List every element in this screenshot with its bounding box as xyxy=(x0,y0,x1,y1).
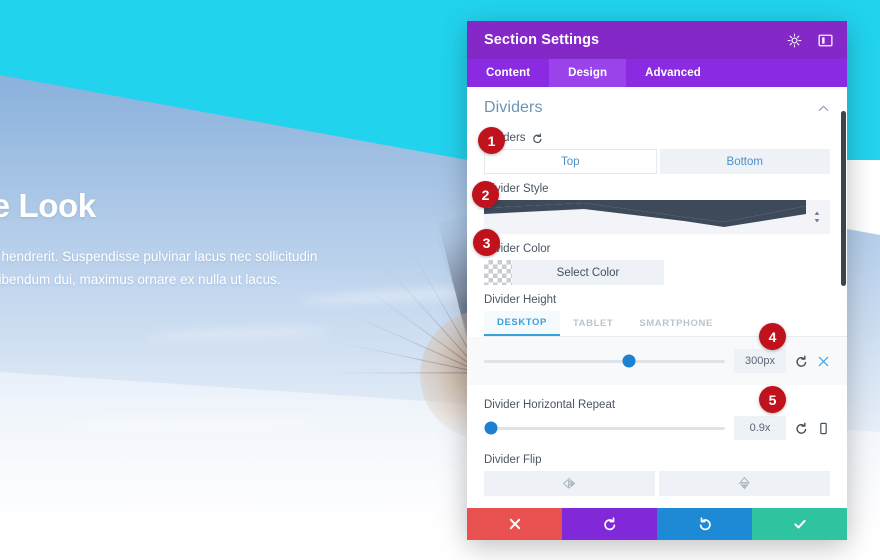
select-color-button[interactable]: Select Color xyxy=(512,260,664,285)
divider-height-slider-track[interactable] xyxy=(484,354,725,368)
divider-color-row: Select Color xyxy=(484,260,830,285)
mobile-device-icon[interactable] xyxy=(817,422,830,435)
tab-content[interactable]: Content xyxy=(467,59,549,87)
field-divider-flip: Divider Flip xyxy=(467,454,847,496)
device-tab-smartphone[interactable]: SMARTPHONE xyxy=(626,311,726,336)
divider-flip-buttons xyxy=(484,471,830,496)
flip-horizontal-icon xyxy=(563,477,576,490)
panel-header: Section Settings xyxy=(467,21,847,59)
dividers-top-button[interactable]: Top xyxy=(484,149,657,174)
divider-color-label: Divider Color xyxy=(484,243,551,255)
field-divider-height: Divider Height xyxy=(467,294,847,306)
flip-vertical-button[interactable] xyxy=(659,471,830,496)
panel-body: Dividers Dividers Top Bottom Divider Sty… xyxy=(467,87,847,508)
save-button[interactable] xyxy=(752,508,847,540)
redo-button[interactable] xyxy=(657,508,752,540)
divider-height-device-tabs: DESKTOP TABLET SMARTPHONE xyxy=(484,311,847,337)
annotation-badge-2: 2 xyxy=(472,181,499,208)
vertical-scrollbar[interactable] xyxy=(840,87,847,508)
device-tab-desktop[interactable]: DESKTOP xyxy=(484,311,560,336)
divider-horizontal-repeat-value[interactable]: 0.9x xyxy=(734,416,786,440)
chevron-up-icon[interactable] xyxy=(817,102,830,115)
field-divider-color: Divider Color Select Color xyxy=(467,243,847,285)
undo-icon xyxy=(603,517,615,531)
divider-style-select[interactable] xyxy=(484,200,830,234)
annotation-badge-4: 4 xyxy=(759,323,786,350)
dividers-toggle-group: Top Bottom xyxy=(484,149,830,174)
check-icon xyxy=(793,519,806,529)
divider-horizontal-repeat-slider-track[interactable] xyxy=(484,421,725,435)
dividers-bottom-button[interactable]: Bottom xyxy=(659,149,830,174)
hero-paragraph: diet hendrerit. Suspendisse pulvinar lac… xyxy=(0,245,420,291)
reset-icon[interactable] xyxy=(795,355,808,368)
field-dividers: Dividers Top Bottom xyxy=(467,132,847,174)
reset-icon[interactable] xyxy=(532,132,543,144)
tab-advanced[interactable]: Advanced xyxy=(626,59,720,87)
field-label: Dividers xyxy=(484,132,830,144)
annotation-badge-3: 3 xyxy=(473,229,500,256)
field-divider-style: Divider Style xyxy=(467,183,847,234)
reset-icon[interactable] xyxy=(795,422,808,435)
device-tab-tablet[interactable]: TABLET xyxy=(560,311,626,336)
dividers-section-header[interactable]: Dividers xyxy=(467,87,847,123)
divider-horizontal-repeat-slider-knob[interactable] xyxy=(484,421,498,435)
close-x-icon[interactable] xyxy=(817,355,830,368)
annotation-badge-5: 5 xyxy=(759,386,786,413)
panel-title: Section Settings xyxy=(484,32,600,48)
hero-paragraph-line-1: diet hendrerit. Suspendisse pulvinar lac… xyxy=(0,248,318,264)
close-x-icon xyxy=(509,518,520,530)
cancel-button[interactable] xyxy=(467,508,562,540)
redo-icon xyxy=(699,517,711,531)
panel-tabbar: Content Design Advanced xyxy=(467,59,847,87)
flip-vertical-icon xyxy=(738,477,751,490)
divider-style-preview xyxy=(484,200,806,227)
page-title: de Look xyxy=(0,187,96,224)
hero-text-block: de Look diet hendrerit. Suspendisse pulv… xyxy=(0,187,420,291)
scrollbar-thumb[interactable] xyxy=(841,111,846,286)
section-settings-panel: Section Settings Content Design Advanced… xyxy=(467,21,847,540)
divider-height-slider-knob[interactable] xyxy=(622,354,636,368)
divider-style-label: Divider Style xyxy=(484,183,549,195)
tab-design[interactable]: Design xyxy=(549,59,627,87)
flip-horizontal-button[interactable] xyxy=(484,471,655,496)
section-heading: Dividers xyxy=(484,99,543,116)
expand-icon[interactable] xyxy=(787,33,802,48)
hero-paragraph-line-2: m bibendum dui, maximus ornare ex nulla … xyxy=(0,272,281,288)
divider-height-slider-row: 300px xyxy=(467,337,847,385)
sort-arrows-icon[interactable] xyxy=(813,211,821,224)
panel-footer xyxy=(467,508,847,540)
layout-panel-icon[interactable] xyxy=(818,33,833,48)
annotation-badge-1: 1 xyxy=(478,127,505,154)
color-swatch[interactable] xyxy=(484,260,512,285)
divider-height-label: Divider Height xyxy=(484,294,557,306)
divider-horizontal-repeat-slider-row: 0.9x xyxy=(467,416,847,440)
panel-header-icons xyxy=(787,33,833,48)
divider-height-value[interactable]: 300px xyxy=(734,349,786,373)
divider-flip-label: Divider Flip xyxy=(484,454,542,466)
undo-button[interactable] xyxy=(562,508,657,540)
field-divider-horizontal-repeat: Divider Horizontal Repeat xyxy=(467,399,847,411)
